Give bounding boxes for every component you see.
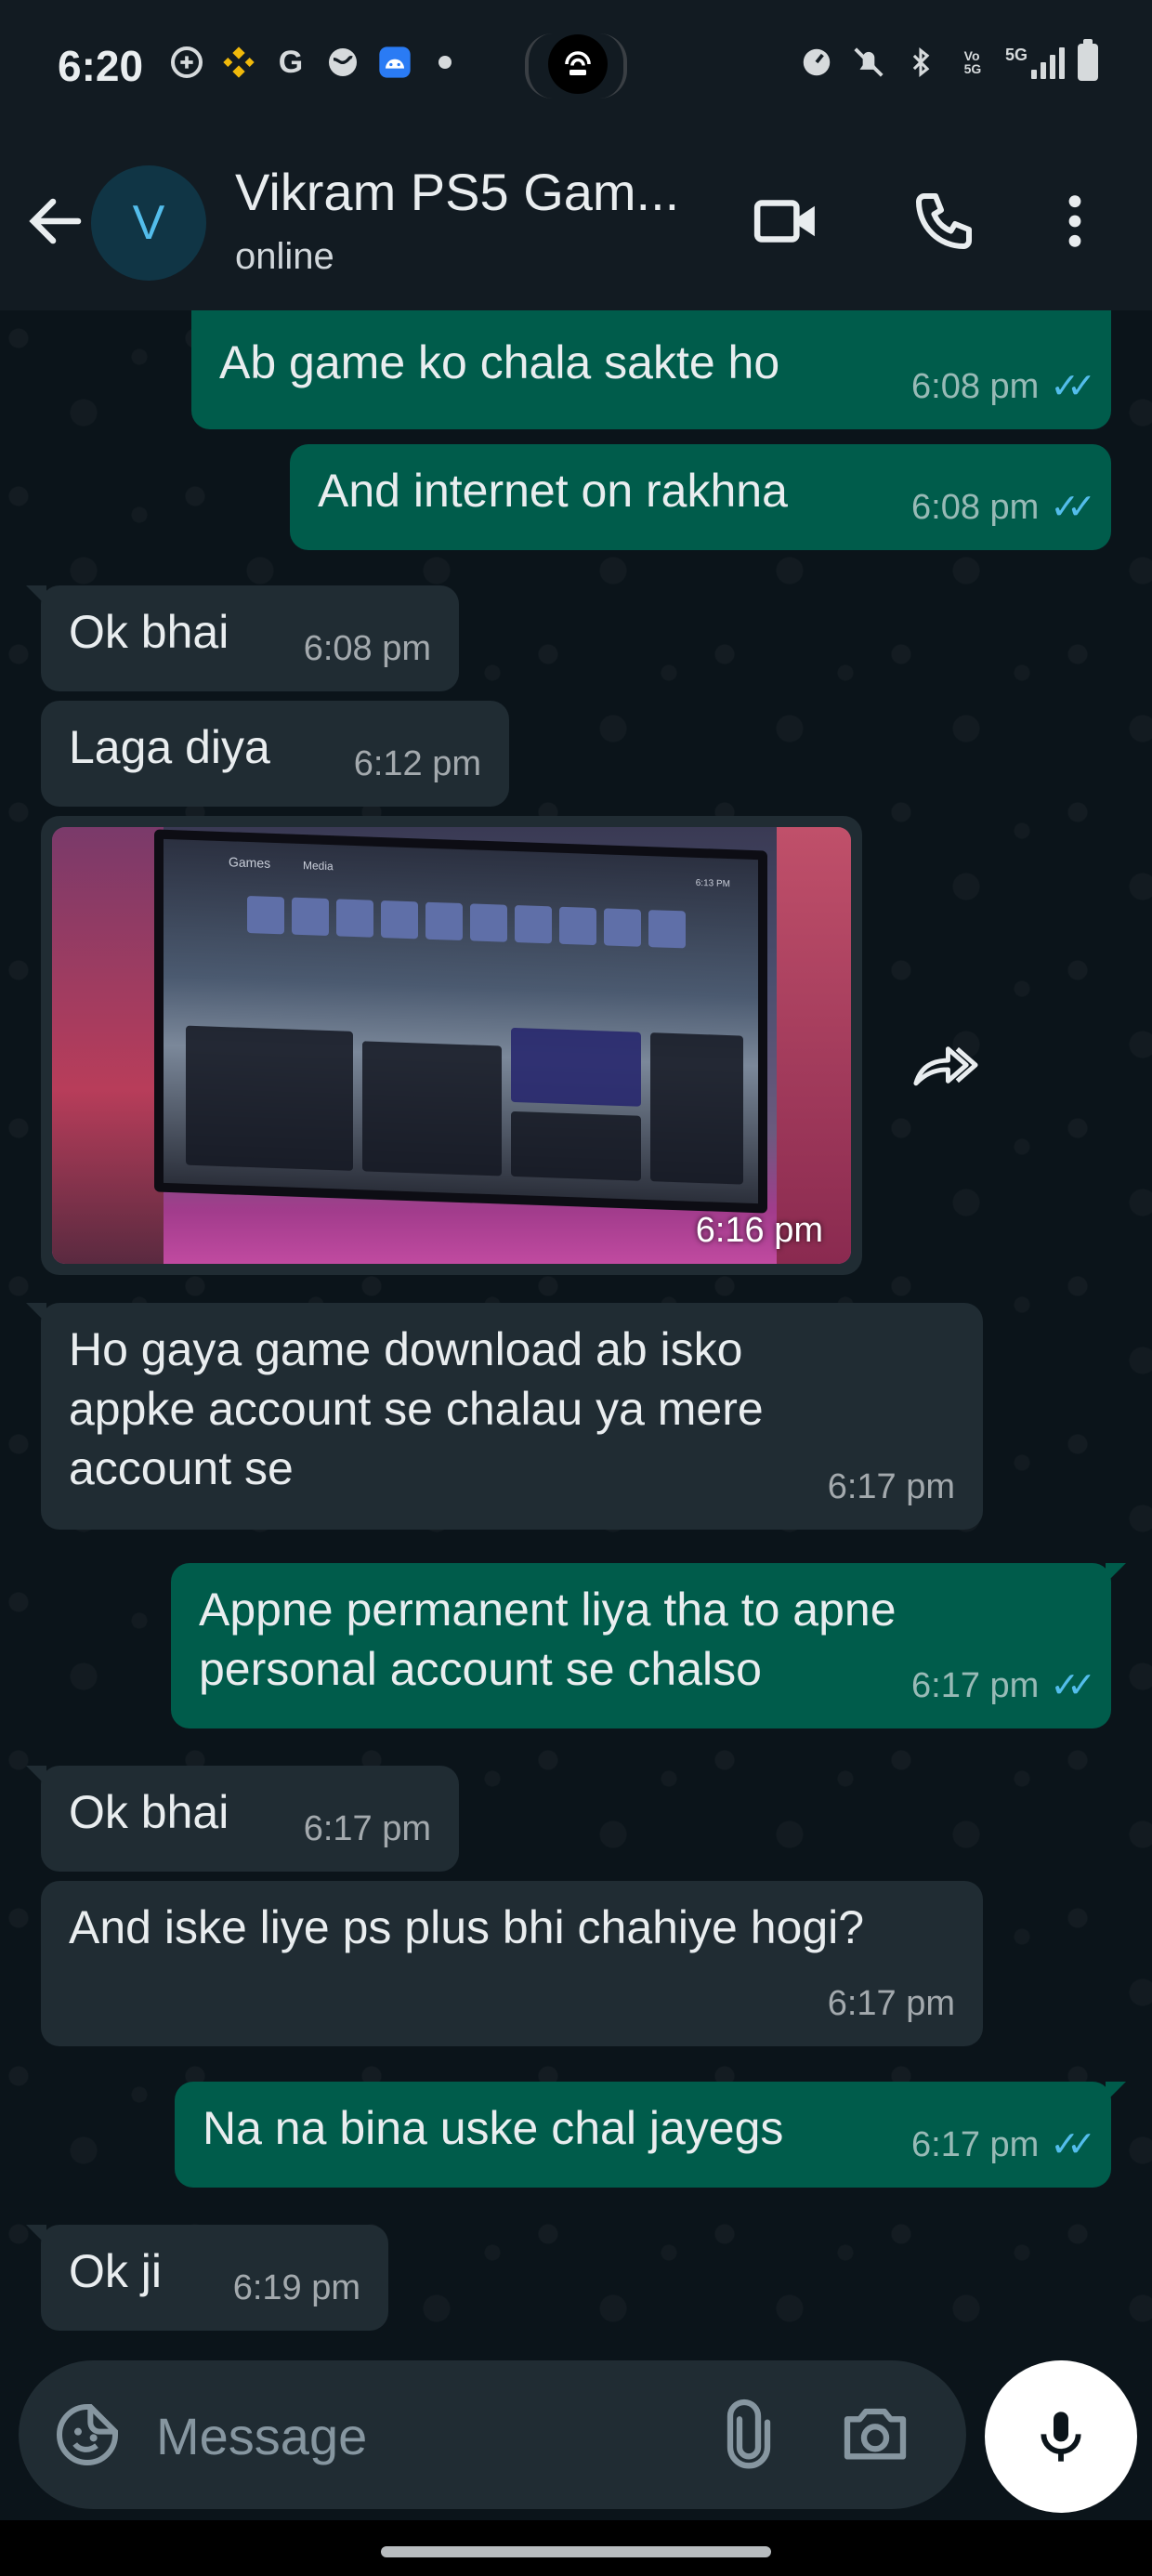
system-navigation-bar bbox=[0, 2520, 1152, 2576]
contact-status: online bbox=[235, 236, 334, 277]
emoji-button[interactable] bbox=[50, 2398, 124, 2472]
message-time: 6:08 pm bbox=[911, 367, 1040, 406]
message-text: Ho gaya game download ab isko appke acco… bbox=[69, 1323, 764, 1494]
voice-message-button[interactable] bbox=[985, 2360, 1137, 2513]
data-saver-icon bbox=[797, 43, 836, 82]
voice-call-button[interactable] bbox=[907, 184, 981, 258]
video-call-button[interactable] bbox=[749, 184, 823, 258]
chat-header: V Vikram PS5 Gam... online bbox=[0, 139, 1152, 310]
hotspot-icon bbox=[548, 34, 608, 94]
message-bubble-outgoing[interactable]: And internet on rakhna 6:08 pm ✓✓ bbox=[290, 444, 1111, 550]
message-time: 6:12 pm bbox=[353, 744, 481, 783]
emoji-sticker-icon bbox=[57, 2404, 118, 2465]
message-meta: 6:08 pm ✓✓ bbox=[911, 478, 1096, 537]
read-receipt-icon: ✓✓ bbox=[1050, 367, 1096, 406]
avatar[interactable]: V bbox=[91, 165, 206, 281]
message-bubble-incoming[interactable]: Ho gaya game download ab isko appke acco… bbox=[26, 1303, 983, 1530]
message-text: Appne permanent liya tha to apne persona… bbox=[199, 1584, 897, 1695]
forward-button[interactable] bbox=[897, 1017, 994, 1113]
camera-icon bbox=[844, 2408, 907, 2460]
message-meta: 6:17 pm ✓✓ bbox=[911, 1656, 1096, 1715]
more-options-button[interactable] bbox=[1042, 184, 1107, 258]
message-bubble-incoming[interactable]: Ok ji 6:19 pm bbox=[26, 2225, 388, 2331]
arrow-left-icon bbox=[29, 198, 82, 244]
bubble-tail bbox=[26, 2225, 46, 2245]
chat-notification-icon bbox=[167, 43, 206, 82]
tv-photo: Games Media 6:13 PM bbox=[154, 829, 767, 1214]
message-meta: 6:08 pm ✓✓ bbox=[911, 357, 1096, 416]
chat-messages-area[interactable]: Ab game ko chala sakte ho 6:08 pm ✓✓ And … bbox=[0, 310, 1152, 2364]
more-notifications-dot bbox=[439, 56, 452, 69]
message-time: 6:17 pm bbox=[827, 1984, 955, 2023]
paperclip-icon bbox=[727, 2399, 771, 2469]
read-receipt-icon: ✓✓ bbox=[1050, 488, 1096, 527]
more-vert-icon bbox=[1068, 195, 1081, 247]
signal-bars-icon bbox=[1031, 46, 1065, 79]
message-time: 6:16 pm bbox=[695, 1211, 823, 1250]
network-type-label: 5G bbox=[1004, 46, 1028, 64]
photo-screen-tab-media: Media bbox=[303, 859, 334, 874]
bubble-tail bbox=[1106, 1563, 1126, 1584]
forward-icon bbox=[913, 1046, 978, 1086]
bubble-tail bbox=[26, 585, 46, 606]
battery-icon bbox=[1078, 39, 1098, 81]
google-icon: G bbox=[278, 44, 304, 80]
message-time: 6:17 pm bbox=[827, 1467, 955, 1506]
system-status-icons: Vo 5G 5G bbox=[797, 39, 1098, 82]
globe-app-icon bbox=[323, 43, 362, 82]
android-app-icon bbox=[375, 43, 414, 82]
volte-icon: Vo 5G bbox=[963, 48, 982, 76]
home-gesture-bar[interactable] bbox=[381, 2546, 771, 2557]
message-bubble-outgoing[interactable]: Na na bina uske chal jayegs 6:17 pm ✓✓ bbox=[175, 2082, 1126, 2188]
notification-icons: G bbox=[167, 43, 452, 82]
back-button[interactable] bbox=[22, 188, 89, 255]
camera-button[interactable] bbox=[836, 2398, 914, 2472]
mute-icon bbox=[849, 43, 888, 82]
message-bubble-outgoing[interactable]: Appne permanent liya tha to apne persona… bbox=[171, 1563, 1126, 1728]
shared-photo[interactable]: Games Media 6:13 PM 6:16 pm bbox=[52, 827, 851, 1264]
microphone-icon bbox=[1041, 2412, 1081, 2462]
message-input[interactable] bbox=[156, 2394, 676, 2477]
bluetooth-icon bbox=[901, 43, 940, 82]
cell-signal: 5G bbox=[1005, 46, 1065, 79]
image-message[interactable]: Games Media 6:13 PM 6:16 pm bbox=[41, 816, 862, 1275]
message-time: 6:17 pm bbox=[911, 2125, 1040, 2164]
photo-screen-tab-games: Games bbox=[229, 854, 271, 871]
message-bubble-incoming[interactable]: And iske liye ps plus bhi chahiye hogi? … bbox=[41, 1881, 983, 2046]
message-time: 6:08 pm bbox=[911, 488, 1040, 527]
message-composer bbox=[19, 2360, 966, 2509]
bubble-tail bbox=[1106, 2082, 1126, 2102]
contact-name[interactable]: Vikram PS5 Gam... bbox=[235, 162, 679, 222]
status-bar: 6:20 G Vo 5G 5G bbox=[0, 0, 1152, 139]
message-bubble-outgoing[interactable]: Ab game ko chala sakte ho 6:08 pm ✓✓ bbox=[191, 310, 1111, 429]
photo-screen-clock: 6:13 PM bbox=[695, 877, 730, 890]
exchange-app-icon bbox=[219, 43, 258, 82]
video-camera-icon bbox=[753, 200, 815, 243]
message-bubble-incoming[interactable]: Ok bhai 6:08 pm bbox=[26, 585, 459, 691]
bubble-tail bbox=[26, 1303, 46, 1323]
message-bubble-incoming[interactable]: Ok bhai 6:17 pm bbox=[26, 1766, 459, 1872]
attach-button[interactable] bbox=[712, 2396, 786, 2474]
message-time: 6:08 pm bbox=[303, 629, 431, 668]
hotspot-indicator bbox=[525, 33, 627, 99]
message-time: 6:17 pm bbox=[303, 1809, 431, 1848]
message-time: 6:17 pm bbox=[911, 1666, 1040, 1705]
message-bubble-incoming[interactable]: Laga diya 6:12 pm bbox=[41, 701, 509, 807]
bubble-tail bbox=[26, 1766, 46, 1786]
message-meta: 6:17 pm ✓✓ bbox=[911, 2115, 1096, 2175]
message-time: 6:19 pm bbox=[232, 2268, 360, 2307]
message-text: And iske liye ps plus bhi chahiye hogi? bbox=[69, 1901, 865, 1953]
message-text: Ab game ko chala sakte ho bbox=[219, 336, 780, 388]
read-receipt-icon: ✓✓ bbox=[1050, 2125, 1096, 2164]
status-time: 6:20 bbox=[58, 42, 144, 90]
phone-icon bbox=[916, 193, 972, 249]
read-receipt-icon: ✓✓ bbox=[1050, 1666, 1096, 1705]
